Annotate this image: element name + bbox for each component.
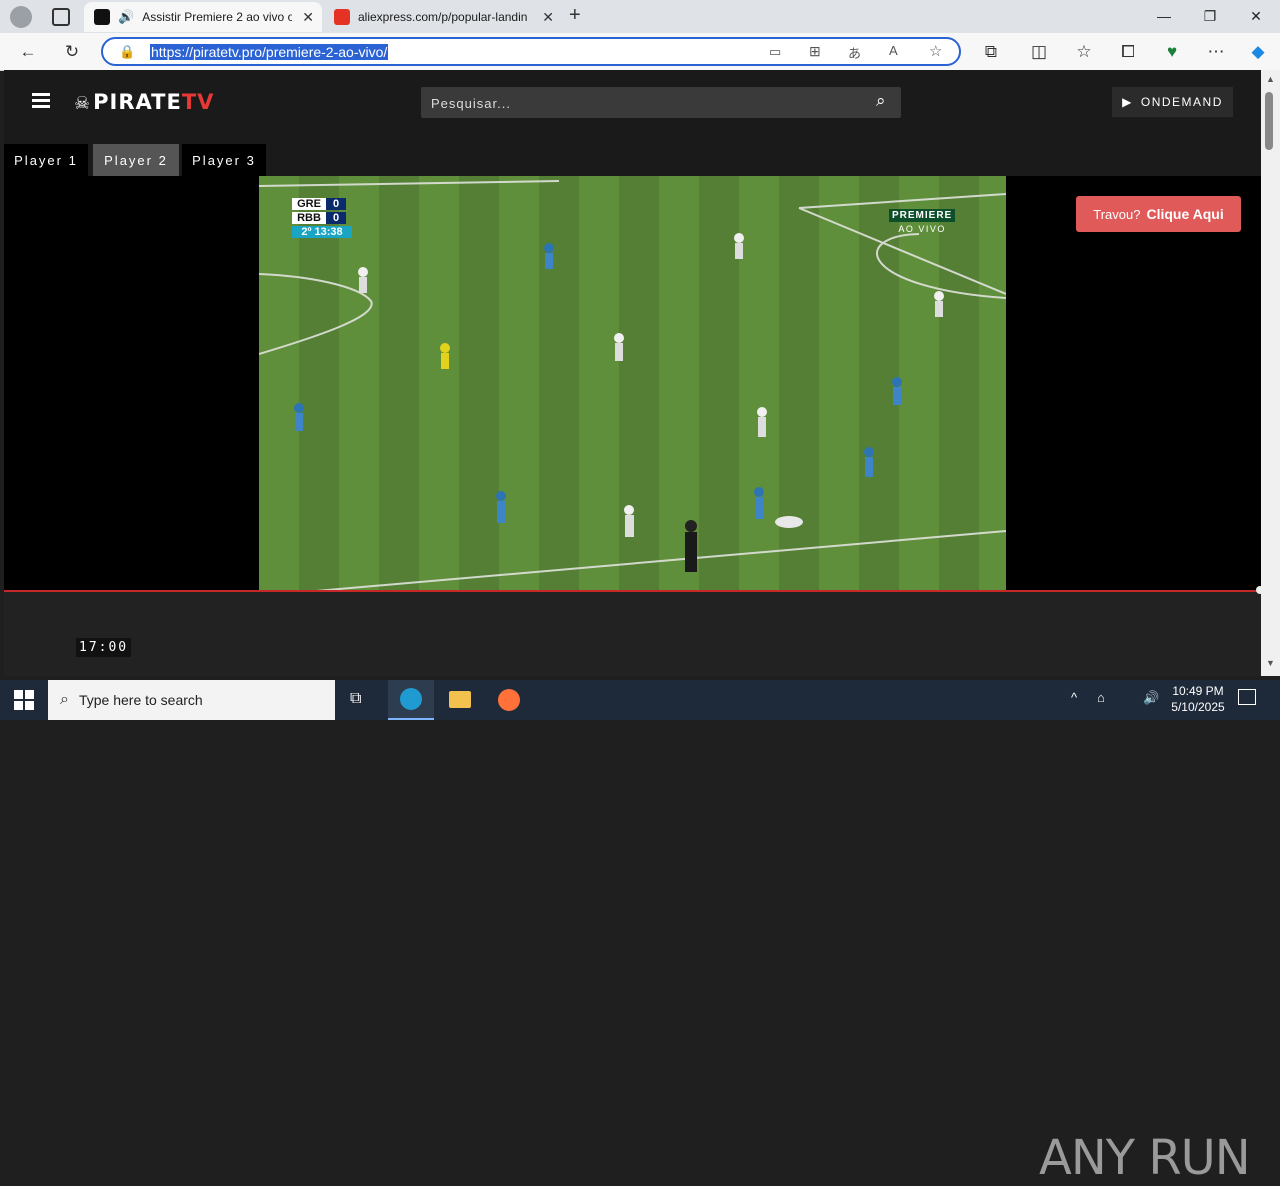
- play-icon: ▶: [1122, 95, 1133, 109]
- search-box: ⌕: [421, 87, 901, 120]
- browser-nav-bar: ← ↻ 🔒 https://piratetv.pro/premiere-2-ao…: [0, 33, 1280, 71]
- scroll-thumb[interactable]: [1265, 92, 1273, 150]
- more-icon[interactable]: ⋯: [1203, 39, 1229, 65]
- tab-aliexpress[interactable]: aliexpress.com/p/popular-landin ✕: [324, 2, 562, 32]
- back-icon[interactable]: ←: [15, 39, 41, 65]
- device-icon[interactable]: ▭: [769, 44, 781, 60]
- apps-icon[interactable]: ⊞: [809, 43, 821, 60]
- tab-player-1[interactable]: Player 1: [4, 144, 88, 176]
- split-screen-icon[interactable]: ◫: [1026, 39, 1052, 65]
- site-header: ☠PIRATETV ⌕ ▶ ONDEMAND: [4, 70, 1261, 134]
- ondemand-button[interactable]: ▶ ONDEMAND: [1112, 87, 1233, 117]
- favorite-star-icon[interactable]: ☆: [929, 42, 942, 60]
- task-view-icon[interactable]: ⧉: [350, 690, 361, 708]
- profile-icon[interactable]: [10, 6, 32, 28]
- url-text[interactable]: https://piratetv.pro/premiere-2-ao-vivo/: [150, 44, 389, 60]
- volume-icon[interactable]: 🔊: [1143, 690, 1159, 706]
- firefox-icon[interactable]: [498, 689, 520, 711]
- close-window-icon[interactable]: ✕: [1233, 0, 1279, 32]
- tab-actions-icon[interactable]: [52, 8, 70, 26]
- scroll-down-icon[interactable]: ▼: [1266, 658, 1275, 668]
- search-icon[interactable]: ⌕: [876, 91, 886, 111]
- match-clock: 2º 13:38: [292, 226, 352, 238]
- score-1: 0: [326, 198, 346, 210]
- pirate-favicon-icon: [94, 9, 110, 25]
- scroll-up-icon[interactable]: ▲: [1266, 74, 1275, 84]
- close-tab-icon[interactable]: ✕: [302, 9, 314, 26]
- video-player[interactable]: GRE 0 RBB 0 2º 13:38 PREMIERE AO VIVO: [259, 176, 1006, 596]
- taskbar-search[interactable]: ⌕ Type here to search: [48, 680, 335, 720]
- new-tab-icon[interactable]: +: [569, 4, 581, 27]
- translate-icon[interactable]: あ: [848, 43, 861, 62]
- windows-taskbar: ⌕ Type here to search ⧉ ^ ⌂ 🔊 10:49 PM 5…: [0, 680, 1280, 720]
- scoreboard: GRE 0 RBB 0 2º 13:38: [292, 198, 352, 238]
- favorites-icon[interactable]: ☆: [1071, 39, 1097, 65]
- system-clock[interactable]: 10:49 PM 5/10/2025: [1160, 683, 1236, 715]
- tab-title: Assistir Premiere 2 ao vivo o: [142, 10, 293, 24]
- show-hidden-icons[interactable]: ^: [1071, 690, 1077, 705]
- browser-tab-bar: 🔊 Assistir Premiere 2 ao vivo o ✕ aliexp…: [0, 0, 1280, 33]
- taskbar-search-placeholder: Type here to search: [78, 692, 203, 708]
- restore-icon[interactable]: ❐: [1187, 0, 1233, 32]
- channel-logo: PREMIERE AO VIVO: [889, 209, 956, 234]
- tab-player-3[interactable]: Player 3: [182, 144, 266, 176]
- score-2: 0: [326, 212, 346, 224]
- minimize-icon[interactable]: —: [1141, 0, 1187, 32]
- tab-piratetv[interactable]: 🔊 Assistir Premiere 2 ao vivo o ✕: [84, 2, 322, 32]
- search-icon: ⌕: [60, 691, 69, 708]
- file-explorer-icon[interactable]: [449, 691, 471, 708]
- anyrun-watermark: ANY RUN: [1039, 1130, 1251, 1186]
- team-1: GRE: [292, 198, 326, 210]
- tab-player-2[interactable]: Player 2: [93, 144, 179, 176]
- team-2: RBB: [292, 212, 326, 224]
- page-content: ☠PIRATETV ⌕ ▶ ONDEMAND Player 1 Player 2…: [4, 70, 1264, 1186]
- extensions-icon[interactable]: ⧉: [978, 39, 1004, 65]
- performance-icon[interactable]: ♥: [1159, 39, 1185, 65]
- travou-button[interactable]: Travou? Clique Aqui: [1076, 196, 1241, 232]
- aliexpress-favicon-icon: [334, 9, 350, 25]
- video-controls: 17:00 ANY RUN: [4, 586, 1264, 1186]
- time-display: 17:00: [76, 638, 132, 657]
- speaker-icon[interactable]: 🔊: [118, 9, 134, 25]
- player-tabs: Player 1 Player 2 Player 3: [4, 134, 1261, 176]
- hamburger-menu-icon[interactable]: [32, 93, 50, 108]
- close-tab-icon[interactable]: ✕: [542, 9, 554, 26]
- tab-title: aliexpress.com/p/popular-landin: [358, 10, 528, 24]
- site-logo[interactable]: ☠PIRATETV: [74, 90, 214, 114]
- progress-bar[interactable]: [4, 590, 1257, 592]
- video-frame: [259, 176, 1006, 596]
- windows-start-icon[interactable]: [14, 690, 34, 710]
- network-icon[interactable]: ⌂: [1097, 690, 1105, 705]
- copilot-icon[interactable]: ◆: [1245, 39, 1271, 65]
- search-input[interactable]: [421, 87, 873, 120]
- edge-taskbar-icon[interactable]: [388, 680, 434, 720]
- read-aloud-icon[interactable]: A: [889, 43, 898, 58]
- address-bar[interactable]: 🔒 https://piratetv.pro/premiere-2-ao-viv…: [101, 37, 961, 66]
- collections-icon[interactable]: ⧠: [1115, 39, 1141, 65]
- page-scrollbar[interactable]: ▲ ▼: [1261, 70, 1280, 676]
- notification-icon[interactable]: [1238, 689, 1256, 705]
- refresh-icon[interactable]: ↻: [59, 39, 85, 65]
- skull-logo-icon: ☠: [74, 93, 92, 114]
- lock-icon[interactable]: 🔒: [119, 44, 135, 60]
